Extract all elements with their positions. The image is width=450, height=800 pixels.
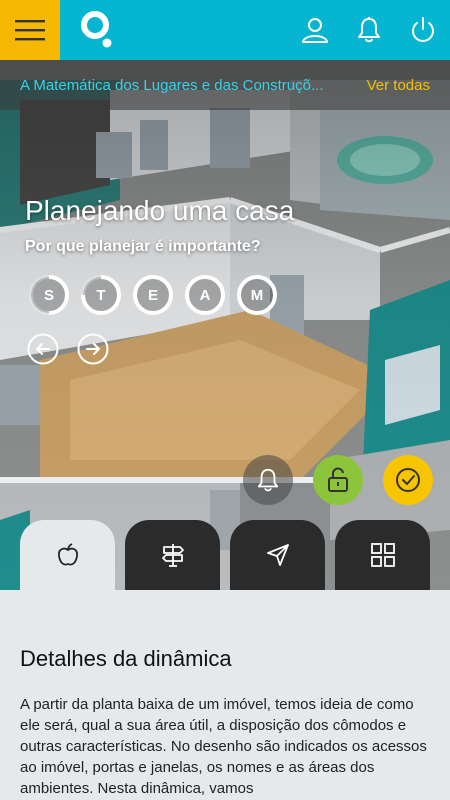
tab-more[interactable] [335, 520, 430, 590]
check-icon [396, 468, 420, 492]
bell-icon [358, 17, 380, 43]
profile-button[interactable] [288, 0, 342, 60]
steam-letter: T [96, 286, 106, 304]
tab-details[interactable] [20, 520, 115, 590]
see-all-link[interactable]: Ver todas [367, 77, 430, 94]
details-heading: Detalhes da dinâmica [20, 646, 232, 671]
signpost-icon [161, 544, 184, 567]
steam-badge-t[interactable]: T [80, 274, 122, 316]
tab-steps[interactable] [125, 520, 220, 590]
lesson-title-link[interactable]: A Matemática dos Lugares e das Construçõ… [20, 77, 324, 94]
section-tabs [20, 520, 430, 590]
top-bar [0, 0, 450, 60]
steam-badge-a[interactable]: A [184, 274, 226, 316]
details-body: A partir da planta baixa de um imóvel, t… [20, 696, 427, 797]
unlock-icon [328, 467, 348, 492]
hero-overlay [0, 60, 450, 590]
grid-icon [370, 543, 395, 567]
menu-button[interactable] [0, 0, 60, 60]
steam-letter: S [43, 286, 54, 304]
app-logo-icon[interactable] [80, 10, 114, 50]
activity-navigation [27, 333, 109, 365]
steam-letter: M [250, 286, 264, 304]
hero-banner: A Matemática dos Lugares e das Construçõ… [0, 60, 450, 590]
complete-button[interactable] [383, 455, 433, 505]
activity-actions [243, 455, 433, 505]
user-icon [302, 18, 328, 43]
steam-letter: E [147, 286, 158, 304]
arrow-left-icon[interactable] [27, 333, 59, 365]
notifications-button[interactable] [342, 0, 396, 60]
steam-badge-m[interactable]: M [236, 274, 278, 316]
hamburger-icon [15, 20, 45, 41]
steam-letter: A [199, 286, 211, 304]
apple-icon [57, 543, 78, 566]
details-panel: Detalhes da dinâmica A partir da planta … [0, 590, 450, 800]
reminder-button[interactable] [243, 455, 293, 505]
bell-icon [257, 468, 279, 492]
steam-badge-s[interactable]: S [28, 274, 70, 316]
send-icon [266, 544, 289, 566]
app-screen: A Matemática dos Lugares e das Construçõ… [0, 0, 450, 800]
logout-button[interactable] [396, 0, 450, 60]
tab-share[interactable] [230, 520, 325, 590]
activity-title: Planejando uma casa [25, 195, 295, 226]
power-icon [412, 17, 434, 42]
arrow-right-icon[interactable] [77, 333, 109, 365]
lesson-breadcrumb-bar: A Matemática dos Lugares e das Construçõ… [0, 60, 450, 110]
activity-subtitle: Por que planejar é importante? [25, 238, 261, 255]
steam-badges: STEAM [28, 274, 278, 316]
steam-badge-e[interactable]: E [132, 274, 174, 316]
unlock-button[interactable] [313, 455, 363, 505]
